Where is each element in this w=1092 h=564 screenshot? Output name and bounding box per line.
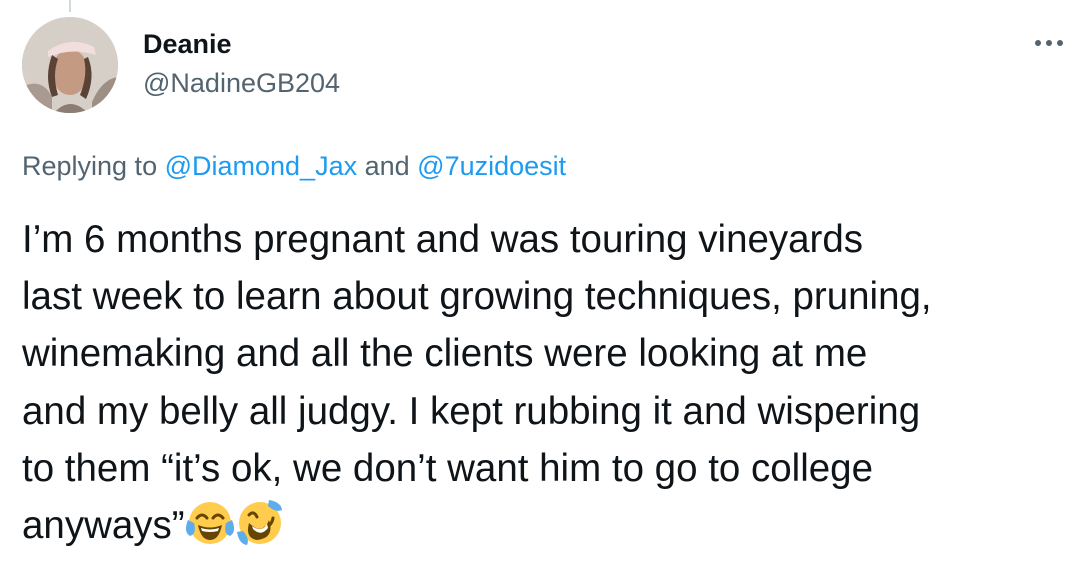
face-with-tears-of-joy-emoji (185, 501, 234, 544)
tweet-text-last-line: anyways” (22, 497, 1082, 554)
tweet-text-line: and my belly all judgy. I kept rubbing i… (22, 389, 921, 433)
more-options-button[interactable] (1028, 28, 1070, 58)
tweet-text-line: I’m 6 months pregnant and was touring vi… (22, 218, 864, 261)
avatar[interactable] (22, 17, 118, 113)
mention-link-diamond-jax[interactable]: @Diamond_Jax (165, 151, 358, 181)
tweet-text: I’m 6 months pregnant and was touring vi… (22, 211, 1082, 554)
profile-photo-avatar (22, 17, 118, 113)
rolling-on-floor-laughing-emoji (236, 499, 282, 545)
mention-link-7uzidoesit[interactable]: @7uzidoesit (417, 151, 566, 181)
reply-context-prefix: Replying to (22, 151, 165, 181)
author-handle[interactable]: @NadineGB204 (143, 67, 340, 99)
more-horizontal-icon (1035, 40, 1063, 46)
reply-context: Replying to @Diamond_Jax and @7uzidoesit (22, 150, 566, 182)
author-display-name[interactable]: Deanie (143, 28, 232, 60)
tweet-text-line: last week to learn about growing techniq… (22, 275, 932, 319)
tweet-text-line: anyways” (22, 503, 185, 547)
tweet-text-line: to them “it’s ok, we don’t want him to g… (22, 446, 874, 490)
thread-connector-line (69, 0, 71, 12)
tweet-text-line: winemaking and all the clients were look… (22, 332, 868, 376)
reply-context-conjunction: and (357, 151, 418, 181)
